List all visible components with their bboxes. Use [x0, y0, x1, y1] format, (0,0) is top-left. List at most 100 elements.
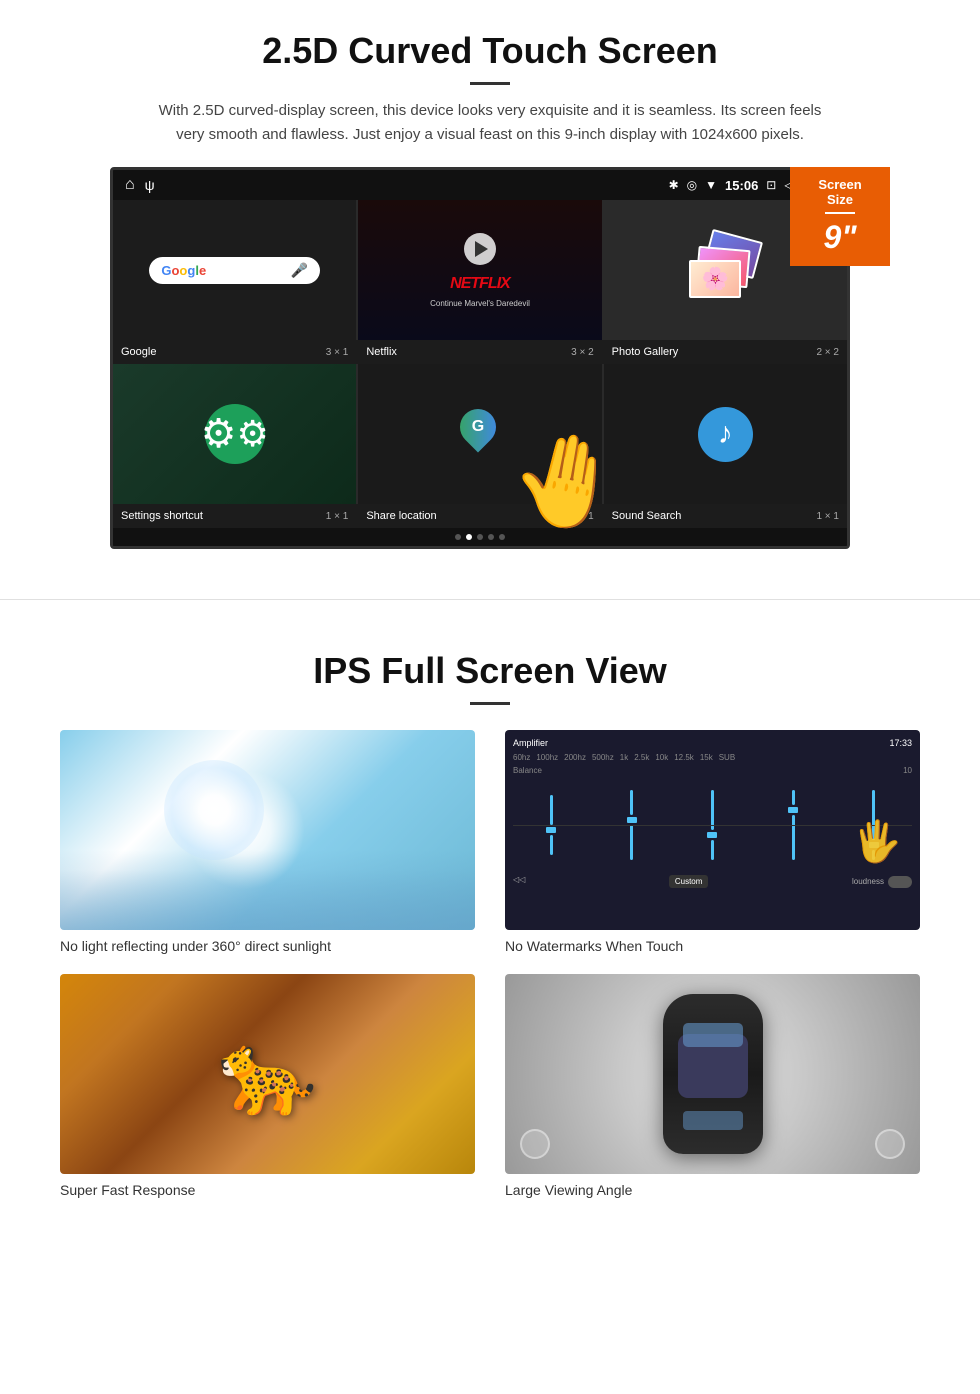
- app-cell-sound-search[interactable]: ♪: [604, 364, 847, 504]
- sound-label: Sound Search: [612, 510, 682, 522]
- pagination-dots: [113, 528, 847, 546]
- sound-search-content: ♪: [604, 364, 847, 504]
- sunlight-image: [60, 730, 475, 930]
- camera-icon: ⊡: [766, 178, 776, 192]
- status-time: 15:06: [725, 178, 758, 193]
- dot-4[interactable]: [488, 534, 494, 540]
- section1-title: 2.5D Curved Touch Screen: [60, 30, 920, 72]
- app-cell-share-location[interactable]: G 🤚: [358, 364, 601, 504]
- feature-equalizer: Amplifier 17:33 60hz100hz200hz500hz1k2.5…: [505, 730, 920, 954]
- sound-size: 1 × 1: [816, 511, 839, 522]
- netflix-size: 3 × 2: [571, 347, 594, 358]
- play-triangle-icon: [475, 241, 488, 257]
- title-divider: [470, 82, 510, 85]
- status-left: ⌂ ψ: [125, 176, 155, 194]
- google-logo: Google: [161, 263, 206, 278]
- app-grid-row2: ⚙ G 🤚: [113, 364, 847, 504]
- photo-size: 2 × 2: [816, 347, 839, 358]
- app-cell-google[interactable]: Google 🎤: [113, 200, 356, 340]
- eq-db-labels: Balance10: [513, 766, 912, 775]
- car-wheel-fl: [520, 1129, 550, 1159]
- loudness-label: loudness: [852, 877, 884, 886]
- dot-1[interactable]: [455, 534, 461, 540]
- section2-divider: [470, 702, 510, 705]
- loudness-toggle[interactable]: [888, 876, 912, 888]
- car-top-view: [663, 994, 763, 1154]
- netflix-play-button[interactable]: [464, 233, 496, 265]
- app-label-row-1: Google 3 × 1 Netflix 3 × 2 Photo Gallery…: [113, 340, 847, 364]
- home-icon[interactable]: ⌂: [125, 176, 135, 194]
- cheetah-caption: Super Fast Response: [60, 1182, 475, 1198]
- section-ips-screen: IPS Full Screen View No light reflecting…: [0, 630, 980, 1238]
- app-label-row-2: Settings shortcut 1 × 1 Share location 1…: [113, 504, 847, 528]
- android-screen: ⌂ ψ ✱ ◎ ▼ 15:06 ⊡ ◁) ✗ ▭: [110, 167, 850, 549]
- hand-gesture-icon: 🤚: [501, 420, 630, 543]
- settings-content: ⚙: [113, 364, 356, 504]
- app-cell-netflix[interactable]: NETFLIX Continue Marvel's Daredevil: [358, 200, 601, 340]
- car-rear-window: [683, 1111, 743, 1130]
- eq-freq-labels: 60hz100hz200hz500hz1k2.5k10k12.5k15kSUB: [513, 753, 912, 762]
- equalizer-visual: Amplifier 17:33 60hz100hz200hz500hz1k2.5…: [505, 730, 920, 930]
- section-divider-line: [0, 599, 980, 600]
- netflix-label: Netflix: [366, 346, 397, 358]
- section1-description: With 2.5D curved-display screen, this de…: [150, 99, 830, 147]
- music-note-symbol: ♪: [718, 417, 733, 451]
- dot-5[interactable]: [499, 534, 505, 540]
- photo-stack: 🌸: [685, 230, 765, 310]
- photo-label: Photo Gallery: [612, 346, 679, 358]
- eq-back-icon[interactable]: ◁◁: [513, 875, 525, 888]
- hand-touch-icon: 🖐: [852, 818, 902, 865]
- app-label-google: Google 3 × 1: [113, 344, 356, 360]
- google-search-bar[interactable]: Google 🎤: [149, 257, 320, 284]
- location-icon: ◎: [687, 178, 697, 192]
- feature-grid: No light reflecting under 360° direct su…: [60, 730, 920, 1198]
- eq-bottom-controls: ◁◁ Custom loudness: [513, 875, 912, 888]
- feature-cheetah: 🐆 Super Fast Response: [60, 974, 475, 1198]
- eq-bars-container: 🖐: [513, 775, 912, 870]
- settings-gear-icon: ⚙: [205, 404, 265, 464]
- app-label-netflix: Netflix 3 × 2: [358, 344, 601, 360]
- equalizer-image: Amplifier 17:33 60hz100hz200hz500hz1k2.5…: [505, 730, 920, 930]
- eq-title-text: Amplifier: [513, 738, 548, 748]
- dot-2[interactable]: [466, 534, 472, 540]
- bluetooth-icon: ✱: [669, 178, 679, 192]
- app-label-settings: Settings shortcut 1 × 1: [113, 508, 356, 524]
- photo-item-flower: 🌸: [689, 260, 741, 298]
- section2-title: IPS Full Screen View: [60, 650, 920, 692]
- google-mic-icon[interactable]: 🎤: [291, 262, 308, 279]
- car-visual: [505, 974, 920, 1174]
- badge-title-text: Screen Size: [804, 177, 876, 207]
- feature-car: Large Viewing Angle: [505, 974, 920, 1198]
- netflix-logo: NETFLIX: [450, 275, 510, 293]
- status-bar: ⌂ ψ ✱ ◎ ▼ 15:06 ⊡ ◁) ✗ ▭: [113, 170, 847, 200]
- netflix-content: NETFLIX Continue Marvel's Daredevil: [358, 200, 601, 340]
- device-mockup: Screen Size 9" ⌂ ψ ✱ ◎ ▼ 15:06 ⊡ ◁) ✗: [110, 167, 870, 549]
- dot-3[interactable]: [477, 534, 483, 540]
- cheetah-icon: 🐆: [218, 1027, 318, 1121]
- equalizer-caption: No Watermarks When Touch: [505, 938, 920, 954]
- badge-size-value: 9": [824, 219, 857, 255]
- eq-time-text: 17:33: [889, 738, 912, 748]
- google-size: 3 × 1: [326, 347, 349, 358]
- google-content: Google 🎤: [113, 200, 356, 340]
- sunlight-visual: [60, 730, 475, 930]
- eq-header: Amplifier 17:33: [513, 738, 912, 748]
- eq-bars: 🖐: [513, 780, 912, 870]
- app-label-sound: Sound Search 1 × 1: [604, 508, 847, 524]
- car-image: [505, 974, 920, 1174]
- settings-label: Settings shortcut: [121, 510, 203, 522]
- cheetah-visual: 🐆: [60, 974, 475, 1174]
- netflix-subtitle: Continue Marvel's Daredevil: [430, 299, 530, 308]
- share-label: Share location: [366, 510, 436, 522]
- screen-size-badge: Screen Size 9": [790, 167, 890, 266]
- eq-loudness-control: loudness: [852, 875, 912, 888]
- section-curved-screen: 2.5D Curved Touch Screen With 2.5D curve…: [0, 0, 980, 569]
- car-caption: Large Viewing Angle: [505, 1182, 920, 1198]
- cheetah-image: 🐆: [60, 974, 475, 1174]
- eq-custom-button[interactable]: Custom: [669, 875, 709, 888]
- app-cell-settings[interactable]: ⚙: [113, 364, 356, 504]
- sunlight-caption: No light reflecting under 360° direct su…: [60, 938, 475, 954]
- settings-size: 1 × 1: [326, 511, 349, 522]
- maps-pin-icon: G: [460, 409, 500, 459]
- wifi-icon: ▼: [705, 178, 717, 192]
